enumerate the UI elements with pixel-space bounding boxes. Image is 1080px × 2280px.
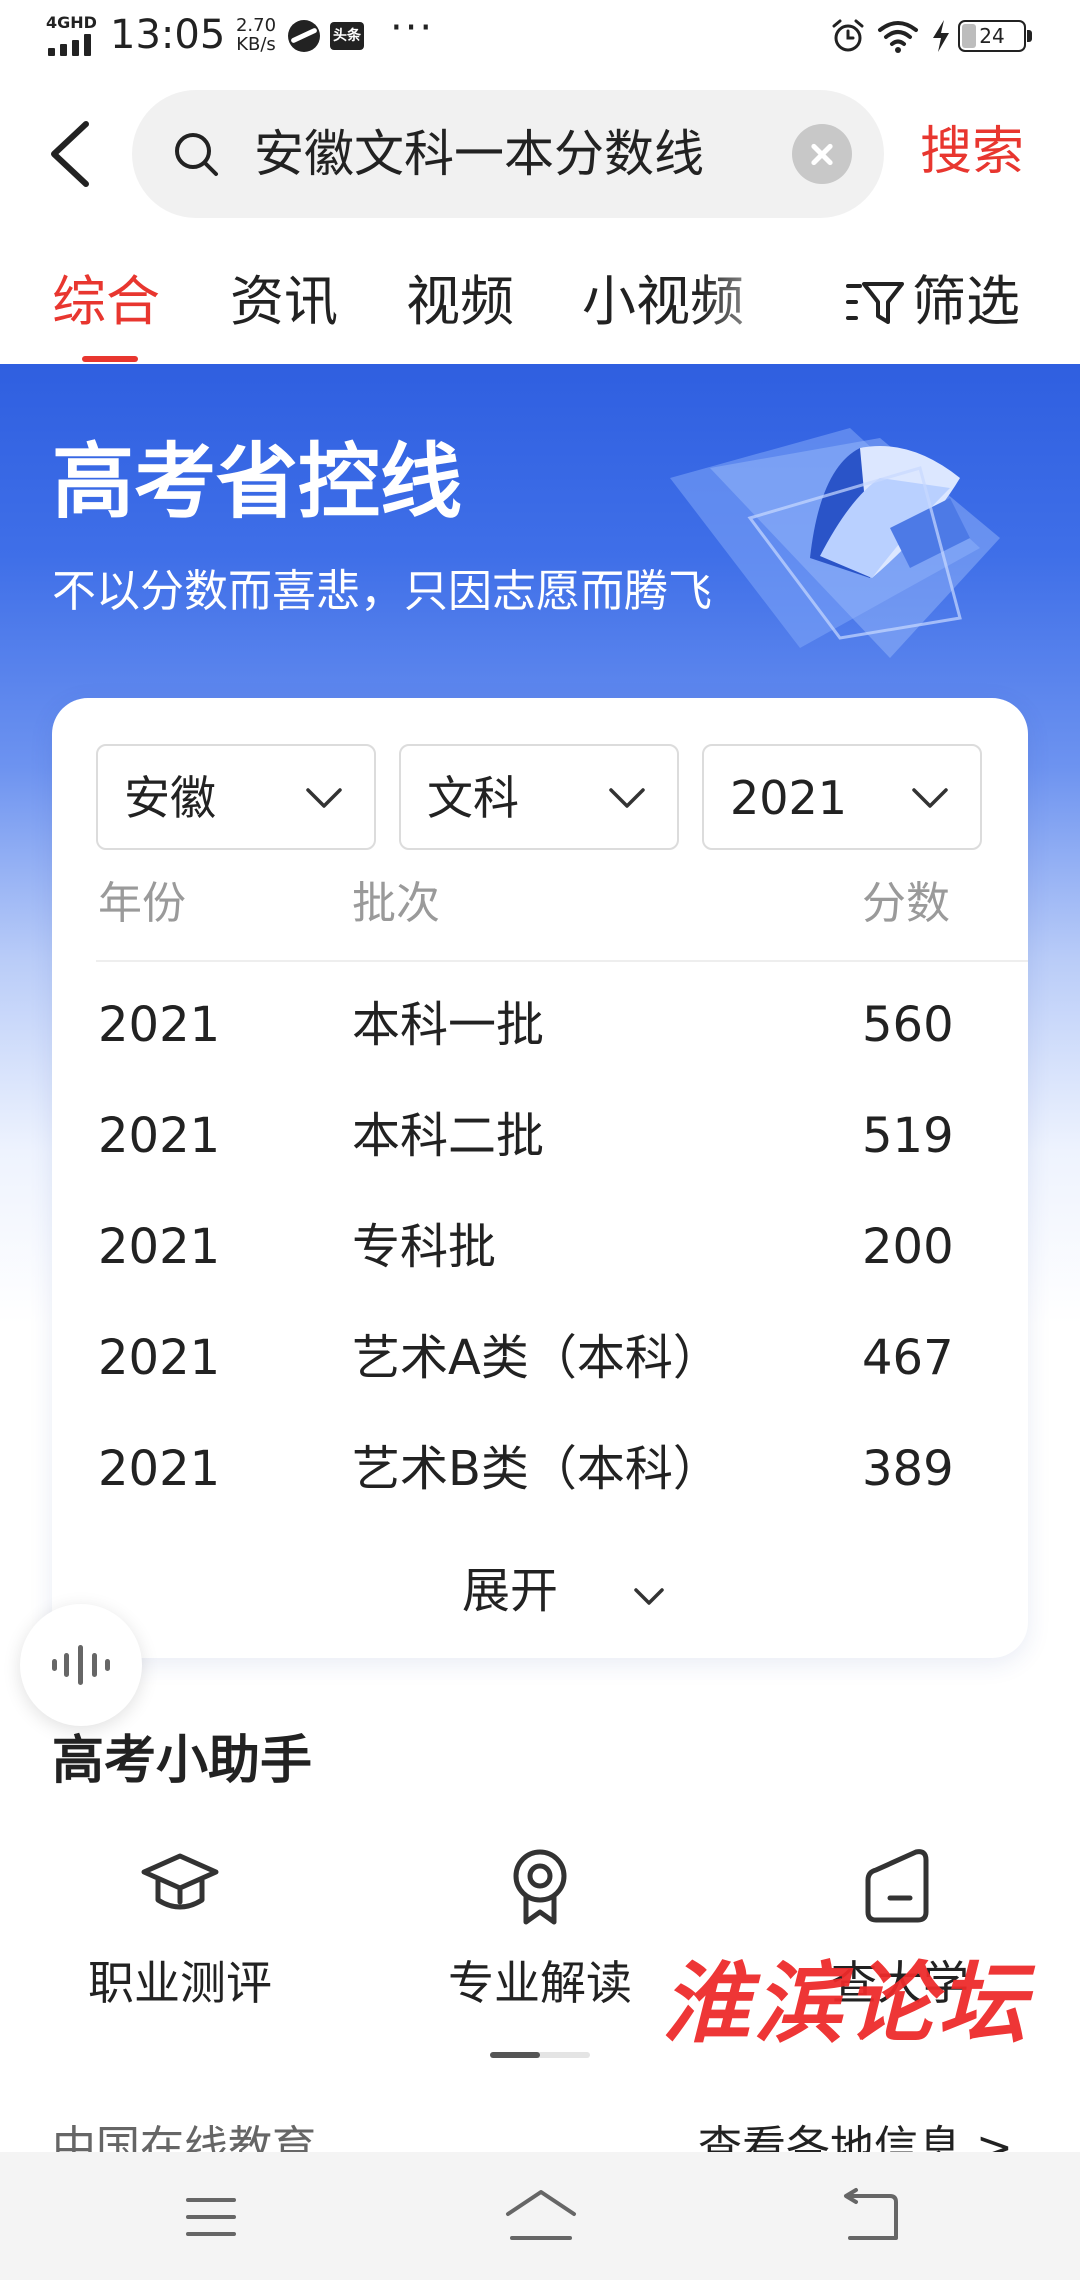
chevron-down-icon — [306, 788, 342, 808]
chevron-down-icon — [609, 788, 645, 808]
table-row: 2021 本科一批 560 — [52, 970, 1028, 1080]
row-year: 2021 — [98, 1108, 221, 1164]
search-icon — [175, 133, 218, 176]
row-score: 389 — [862, 1441, 954, 1497]
helper-major-interpretation[interactable]: 专业解读 — [390, 1846, 690, 2026]
back-nav-icon — [844, 2188, 898, 2240]
search-query-text: 安徽文科一本分数线 — [254, 125, 704, 183]
active-tab-indicator — [82, 356, 138, 362]
tab-video[interactable]: 视频 — [406, 262, 514, 342]
row-batch: 本科二批 — [352, 1108, 545, 1164]
helper-section-title: 高考小助手 — [52, 1731, 313, 1791]
chevron-down-icon — [634, 1588, 664, 1605]
browser-app-icon — [288, 20, 320, 52]
wifi-icon — [878, 21, 918, 53]
tab-comprehensive[interactable]: 综合 — [52, 262, 160, 342]
cellular-signal-icon: 4GHD — [46, 13, 98, 56]
search-button[interactable]: 搜索 — [920, 116, 1024, 188]
column-header-batch: 批次 — [352, 878, 440, 929]
filter-label: 筛选 — [912, 270, 1020, 333]
search-input[interactable]: 安徽文科一本分数线 — [132, 90, 884, 218]
banner-subtitle: 不以分数而喜悲，只因志愿而腾飞 — [52, 566, 712, 617]
result-tabs: 综合 资讯 视频 小视频 筛选 — [0, 250, 1080, 362]
menu-icon — [186, 2198, 236, 2236]
subject-value: 文科 — [427, 771, 519, 825]
battery-level: 24 — [979, 24, 1005, 48]
charging-bolt-icon — [933, 20, 949, 52]
back-arrow-icon[interactable] — [44, 118, 96, 190]
table-row: 2021 艺术B类（本科） 389 — [52, 1414, 1028, 1524]
building-icon — [865, 1849, 929, 1923]
table-row: 2021 专科批 200 — [52, 1192, 1028, 1302]
tab-news[interactable]: 资讯 — [230, 262, 338, 342]
helper-item-label: 职业测评 — [88, 1956, 272, 2010]
voice-search-button[interactable] — [20, 1604, 142, 1726]
helper-career-assessment[interactable]: 职业测评 — [30, 1846, 330, 2026]
expand-button[interactable]: 展开 — [462, 1552, 682, 1632]
system-navigation-bar — [0, 2152, 1080, 2280]
row-batch: 艺术A类（本科） — [352, 1330, 721, 1386]
award-badge-icon — [513, 1849, 567, 1925]
status-time: 13:05 — [110, 12, 226, 58]
province-value: 安徽 — [124, 771, 216, 825]
province-dropdown[interactable]: 安徽 — [96, 744, 376, 850]
year-dropdown[interactable]: 2021 — [702, 744, 982, 850]
row-score: 560 — [862, 997, 954, 1053]
status-bar: 4GHD 13:05 2.70 KB/s 头条 ··· 24 — [0, 0, 1080, 72]
helper-item-label: 专业解读 — [448, 1956, 632, 2010]
table-row: 2021 本科二批 519 — [52, 1081, 1028, 1191]
column-header-score: 分数 — [862, 878, 950, 929]
chevron-down-icon — [912, 788, 948, 808]
toutiao-app-icon: 头条 — [330, 22, 364, 50]
expand-label: 展开 — [462, 1563, 559, 1619]
graduation-cap-icon — [141, 1853, 219, 1910]
next-section-peek: 中国在线教育 查看各地信息 > — [0, 2118, 1080, 2154]
network-speed: 2.70 KB/s — [226, 16, 286, 54]
row-year: 2021 — [98, 1219, 221, 1275]
network-speed-value: 2.70 — [235, 15, 277, 36]
filter-button[interactable]: 筛选 — [846, 262, 1066, 342]
row-year: 2021 — [98, 997, 221, 1053]
carousel-indicator — [490, 2052, 590, 2058]
home-icon — [506, 2190, 576, 2240]
watermark: 淮滨论坛 — [662, 1951, 1031, 2055]
table-row: 2021 艺术A类（本科） 467 — [52, 1303, 1028, 1413]
source-label: 中国在线教育 — [52, 2122, 316, 2154]
row-batch: 专科批 — [352, 1219, 497, 1275]
more-notifications-icon: ··· — [390, 5, 435, 51]
battery-icon: 24 — [958, 20, 1032, 52]
banner-title: 高考省控线 — [52, 435, 463, 530]
row-score: 200 — [862, 1219, 954, 1275]
row-score: 519 — [862, 1108, 954, 1164]
network-speed-unit: KB/s — [236, 34, 276, 55]
column-header-year: 年份 — [98, 878, 186, 929]
filter-icon — [846, 282, 904, 324]
row-score: 467 — [862, 1330, 954, 1386]
voice-wave-icon — [52, 1645, 110, 1685]
view-regions-link[interactable]: 查看各地信息 > — [698, 2118, 1013, 2154]
row-year: 2021 — [98, 1330, 221, 1386]
score-card: 安徽 文科 2021 年份 批次 分数 2021 本科一批 560 2021 本… — [52, 698, 1028, 1658]
back-button[interactable] — [816, 2182, 926, 2252]
row-batch: 本科一批 — [352, 997, 545, 1053]
row-batch: 艺术B类（本科） — [352, 1441, 721, 1497]
year-value: 2021 — [730, 771, 848, 825]
book-illustration-icon — [670, 428, 1000, 658]
clear-search-icon[interactable] — [792, 124, 852, 184]
home-button[interactable] — [486, 2182, 596, 2252]
divider — [96, 960, 1028, 962]
menu-button[interactable] — [156, 2182, 266, 2252]
alarm-clock-icon — [832, 19, 864, 52]
subject-dropdown[interactable]: 文科 — [399, 744, 679, 850]
network-type: 4GHD — [46, 13, 97, 32]
gaokao-banner: 高考省控线 不以分数而喜悲，只因志愿而腾飞 安徽 文科 2021 年份 批次 分… — [0, 364, 1080, 1658]
row-year: 2021 — [98, 1441, 221, 1497]
